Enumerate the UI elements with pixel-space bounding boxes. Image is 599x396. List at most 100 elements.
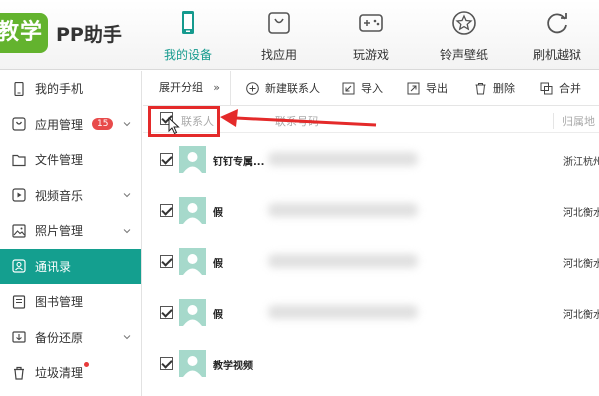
annotation-arrow-icon: [220, 109, 377, 127]
sidebar-item-label: 垃圾清理: [35, 366, 84, 381]
sidebar-item-label: 视频音乐: [35, 188, 84, 203]
nav-label: 刷机越狱: [532, 48, 581, 62]
delete-button[interactable]: 删除: [474, 71, 515, 105]
sidebar-item-label: 备份还原: [35, 330, 84, 345]
sidebar-item-label: 应用管理: [35, 117, 84, 132]
contact-phone-blurred: [268, 254, 418, 268]
chevron-down-icon[interactable]: [123, 191, 131, 199]
chevron-down-icon[interactable]: [123, 227, 131, 235]
logo-badge: 教学: [0, 13, 48, 53]
trash-icon: [475, 82, 486, 94]
export-label: 导出: [426, 82, 448, 95]
import-button[interactable]: 导入: [342, 71, 383, 105]
contact-name: 教学视频: [213, 361, 253, 372]
notification-dot: [84, 362, 89, 367]
contact-location: 河北衡水: [563, 310, 599, 321]
phone-icon: [182, 11, 194, 34]
import-icon: [342, 82, 355, 94]
app-logo-text: PP助手: [56, 24, 122, 46]
contacts-icon: [12, 259, 26, 273]
sidebar-item-label: 文件管理: [35, 153, 84, 168]
sidebar-item-file-manager[interactable]: 文件管理: [0, 142, 141, 178]
sidebar-item-backup-restore[interactable]: 备份还原: [0, 320, 141, 356]
nav-label: 铃声壁纸: [439, 48, 488, 62]
merge-label: 合并: [559, 82, 581, 95]
chevron-down-icon[interactable]: [123, 120, 131, 128]
merge-button[interactable]: 合并: [540, 71, 581, 105]
chevron-down-icon[interactable]: [123, 333, 131, 341]
avatar: [179, 146, 206, 173]
sidebar: 我的手机 应用管理 15 文件管理 视频音乐 照片管理 通讯录 图书管理 备份还…: [0, 71, 142, 396]
new-contact-label: 新建联系人: [265, 82, 320, 95]
photo-icon: [12, 224, 26, 238]
nav-ringtones[interactable]: 铃声壁纸: [424, 10, 504, 68]
nav-label: 我的设备: [163, 48, 212, 62]
export-icon: [407, 82, 420, 94]
sidebar-item-junk-cleanup[interactable]: 垃圾清理: [0, 355, 141, 391]
backup-icon: [12, 331, 26, 343]
nav-flash-jailbreak[interactable]: 刷机越狱: [517, 10, 597, 68]
contact-name: 钉钉专属...: [213, 157, 265, 168]
double-chevron-icon: »: [213, 81, 220, 94]
row-checkbox[interactable]: [160, 153, 173, 166]
row-checkbox[interactable]: [160, 204, 173, 217]
list-item[interactable]: 教学视频: [143, 338, 599, 389]
contact-phone-blurred: [268, 152, 418, 166]
sidebar-item-video-music[interactable]: 视频音乐: [0, 178, 141, 214]
contacts-toolbar: 展开分组 » 新建联系人 导入 导出 删除 合并: [143, 71, 599, 106]
contact-name: 假: [213, 259, 223, 270]
list-item[interactable]: 假 河北衡水: [143, 236, 599, 287]
sidebar-item-label: 我的手机: [35, 82, 84, 97]
contact-phone-blurred: [268, 305, 418, 319]
merge-icon: [540, 82, 553, 94]
contact-phone-blurred: [268, 203, 418, 217]
book-icon: [12, 295, 26, 309]
top-bar: 教学 PP助手 我的设备 找应用 玩游戏 铃声壁纸 刷机越狱: [0, 0, 599, 70]
update-count-badge: 15: [92, 118, 114, 131]
contact-location: 河北衡水: [563, 208, 599, 219]
column-header-location[interactable]: 归属地: [553, 113, 595, 129]
sidebar-item-label: 照片管理: [35, 224, 84, 239]
expand-groups-button[interactable]: 展开分组 »: [143, 71, 231, 105]
plus-circle-icon: [246, 81, 259, 95]
sidebar-item-label: 图书管理: [35, 295, 84, 310]
avatar: [179, 248, 206, 275]
apps-icon: [12, 117, 26, 131]
refresh-icon: [547, 13, 567, 34]
nav-my-device[interactable]: 我的设备: [148, 10, 228, 68]
list-item[interactable]: 假 河北衡水: [143, 185, 599, 236]
avatar: [179, 299, 206, 326]
contact-location: 浙江杭州: [563, 157, 599, 168]
sidebar-item-book-manager[interactable]: 图书管理: [0, 284, 141, 320]
sidebar-item-photo-manager[interactable]: 照片管理: [0, 213, 141, 249]
sidebar-item-my-phone[interactable]: 我的手机: [0, 71, 141, 107]
expand-groups-label: 展开分组: [159, 81, 203, 94]
nav-play-games[interactable]: 玩游戏: [331, 10, 411, 68]
list-item[interactable]: 假 河北衡水: [143, 287, 599, 338]
nav-label: 玩游戏: [352, 48, 389, 62]
phone-icon: [14, 81, 24, 96]
star-icon: [452, 11, 476, 35]
nav-label: 找应用: [260, 48, 297, 62]
gamepad-icon: [359, 14, 383, 32]
contact-location: 河北衡水: [563, 259, 599, 270]
row-checkbox[interactable]: [160, 255, 173, 268]
folder-icon: [12, 154, 26, 166]
highlight-box: [148, 106, 220, 137]
export-button[interactable]: 导出: [407, 71, 448, 105]
sidebar-item-contacts[interactable]: 通讯录: [0, 248, 141, 284]
sidebar-item-app-manager[interactable]: 应用管理 15: [0, 107, 141, 143]
bag-icon: [268, 12, 290, 34]
delete-label: 删除: [493, 82, 515, 95]
contact-list: 联系人 联系号码 归属地 钉钉专属... 浙江杭州 假 河北衡水 假 河北衡水 …: [143, 106, 599, 396]
avatar: [179, 197, 206, 224]
nav-find-apps[interactable]: 找应用: [239, 10, 319, 68]
list-item[interactable]: 钉钉专属... 浙江杭州: [143, 134, 599, 185]
avatar: [179, 350, 206, 377]
import-label: 导入: [361, 82, 383, 95]
row-checkbox[interactable]: [160, 357, 173, 370]
new-contact-button[interactable]: 新建联系人: [246, 71, 320, 105]
sidebar-item-label: 通讯录: [35, 259, 72, 274]
trash-icon: [14, 366, 24, 380]
row-checkbox[interactable]: [160, 306, 173, 319]
